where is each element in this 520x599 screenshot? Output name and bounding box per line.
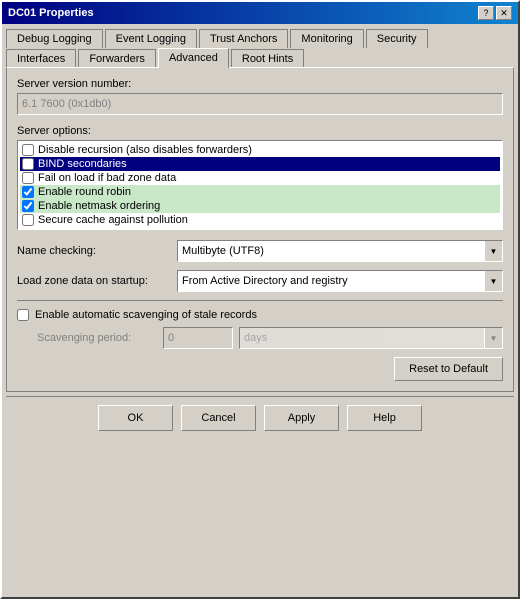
server-options-label: Server options: [17,125,503,137]
load-zone-label: Load zone data on startup: [17,275,177,287]
checkbox-bind-secondaries[interactable] [22,158,34,170]
tab-monitoring[interactable]: Monitoring [290,29,363,48]
option-fail-bad-zone[interactable]: Fail on load if bad zone data [20,171,500,185]
ok-button[interactable]: OK [98,405,173,431]
bottom-buttons: OK Cancel Apply Help [6,396,514,441]
tab-event-logging[interactable]: Event Logging [105,29,197,48]
option-round-robin[interactable]: Enable round robin [20,185,500,199]
close-title-button[interactable]: ✕ [496,6,512,20]
scavenge-period-row: Scavenging period: days ▼ [17,327,503,349]
reset-to-default-button[interactable]: Reset to Default [394,357,503,381]
tab-panel-advanced: Server version number: Server options: D… [6,67,514,392]
name-checking-label: Name checking: [17,245,177,257]
help-button[interactable]: Help [347,405,422,431]
help-title-button[interactable]: ? [478,6,494,20]
load-zone-row: Load zone data on startup: From Active D… [17,270,503,292]
option-label-bind-secondaries: BIND secondaries [38,158,127,170]
auto-scavenge-label: Enable automatic scavenging of stale rec… [35,309,257,321]
name-checking-select-container[interactable]: Multibyte (UTF8) Strict RFC (ANSI) Non R… [177,240,503,262]
option-label-netmask-ordering: Enable netmask ordering [38,200,160,212]
apply-button[interactable]: Apply [264,405,339,431]
checkbox-netmask-ordering[interactable] [22,200,34,212]
option-label-fail-bad-zone: Fail on load if bad zone data [38,172,176,184]
option-bind-secondaries[interactable]: BIND secondaries [20,157,500,171]
tab-interfaces[interactable]: Interfaces [6,49,76,68]
checkbox-fail-bad-zone[interactable] [22,172,34,184]
option-disable-recursion[interactable]: Disable recursion (also disables forward… [20,143,500,157]
server-version-label: Server version number: [17,78,503,90]
name-checking-row: Name checking: Multibyte (UTF8) Strict R… [17,240,503,262]
tab-forwarders[interactable]: Forwarders [78,49,156,68]
option-label-disable-recursion: Disable recursion (also disables forward… [38,144,252,156]
tab-row-1: Debug Logging Event Logging Trust Anchor… [6,28,514,47]
cancel-button[interactable]: Cancel [181,405,256,431]
option-secure-cache[interactable]: Secure cache against pollution [20,213,500,227]
scavenge-unit-select: days [240,328,502,348]
name-checking-select[interactable]: Multibyte (UTF8) Strict RFC (ANSI) Non R… [178,241,502,261]
tab-advanced[interactable]: Advanced [158,48,229,68]
option-label-secure-cache: Secure cache against pollution [38,214,188,226]
scavenge-period-input [163,327,233,349]
checkbox-secure-cache[interactable] [22,214,34,226]
scavenge-period-label: Scavenging period: [37,332,157,344]
scavenge-unit-select-container: days ▼ [239,327,503,349]
checkbox-disable-recursion[interactable] [22,144,34,156]
title-bar: DC01 Properties ? ✕ [2,2,518,24]
main-window: DC01 Properties ? ✕ Debug Logging Event … [0,0,520,599]
divider [17,300,503,301]
tab-root-hints[interactable]: Root Hints [231,49,304,68]
window-title: DC01 Properties [8,7,94,19]
tab-row-2: Interfaces Forwarders Advanced Root Hint… [6,47,514,67]
tab-trust-anchors[interactable]: Trust Anchors [199,29,288,48]
auto-scavenge-row: Enable automatic scavenging of stale rec… [17,309,503,321]
option-netmask-ordering[interactable]: Enable netmask ordering [20,199,500,213]
load-zone-select[interactable]: From Active Directory and registry From … [178,271,502,291]
reset-button-row: Reset to Default [17,357,503,381]
server-version-input [17,93,503,115]
auto-scavenge-checkbox[interactable] [17,309,29,321]
tab-debug-logging[interactable]: Debug Logging [6,29,103,48]
load-zone-select-container[interactable]: From Active Directory and registry From … [177,270,503,292]
server-version-group: Server version number: [17,78,503,115]
server-options-group: Server options: Disable recursion (also … [17,125,503,230]
tab-security[interactable]: Security [366,29,428,48]
server-options-listbox[interactable]: Disable recursion (also disables forward… [17,140,503,230]
title-bar-buttons: ? ✕ [478,6,512,20]
content-area: Debug Logging Event Logging Trust Anchor… [2,24,518,445]
option-label-round-robin: Enable round robin [38,186,131,198]
checkbox-round-robin[interactable] [22,186,34,198]
